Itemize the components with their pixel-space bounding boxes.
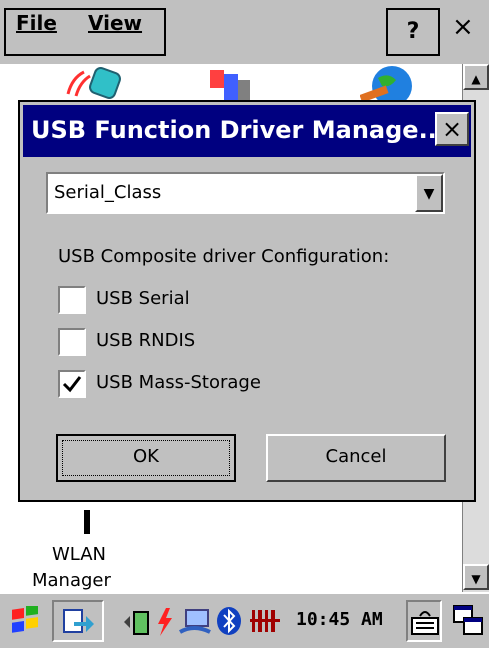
dialog-title: USB Function Driver Manage...: [31, 116, 446, 144]
dialog-close-button[interactable]: ×: [435, 112, 469, 146]
bluetooth-icon[interactable]: [216, 606, 242, 636]
cancel-button[interactable]: Cancel: [266, 434, 446, 482]
checkmark-icon: [62, 376, 82, 393]
battery-icon[interactable]: [122, 608, 158, 636]
focus-ring: [62, 440, 230, 476]
usb-driver-dialog: USB Function Driver Manage... × Serial_C…: [18, 100, 476, 502]
keyboard-icon: [411, 611, 439, 635]
cancel-label: Cancel: [325, 446, 387, 467]
keyboard-button[interactable]: [406, 600, 442, 642]
config-label: USB Composite driver Configuration:: [58, 246, 390, 267]
scroll-down-button[interactable]: ▼: [463, 564, 489, 590]
ok-button[interactable]: OK: [56, 434, 236, 482]
wlan-label-line1: WLAN: [52, 544, 107, 565]
windows-flag-icon[interactable]: [10, 606, 40, 636]
close-app-button[interactable]: ×: [452, 12, 474, 42]
wlan-label-line2: Manager: [32, 570, 111, 591]
usb-mass-storage-checkbox[interactable]: [58, 370, 86, 398]
usb-rndis-checkbox[interactable]: [58, 328, 86, 356]
menu-view-label: View: [88, 11, 143, 35]
usb-rndis-label[interactable]: USB RNDIS: [96, 330, 195, 351]
menu-view[interactable]: View: [88, 11, 142, 35]
switch-windows-icon[interactable]: [452, 604, 484, 638]
wlan-manager-icon[interactable]: [84, 510, 90, 534]
menu-file[interactable]: File: [16, 11, 57, 35]
dialog-titlebar: USB Function Driver Manage... ×: [23, 105, 471, 157]
help-button[interactable]: ?: [386, 8, 440, 56]
select-value: Serial_Class: [54, 182, 162, 203]
network-icon[interactable]: [178, 606, 212, 638]
menu-file-label: File: [16, 11, 57, 35]
globe-app-icon[interactable]: [360, 64, 420, 100]
usb-serial-checkbox[interactable]: [58, 286, 86, 314]
settings-app-icon[interactable]: [200, 64, 260, 100]
power-icon[interactable]: [154, 606, 176, 638]
scroll-up-button[interactable]: ▲: [463, 64, 489, 90]
driver-class-select[interactable]: Serial_Class ▼: [46, 172, 445, 214]
usb-mass-storage-label[interactable]: USB Mass-Storage: [96, 372, 261, 393]
chevron-down-icon[interactable]: ▼: [415, 174, 443, 212]
menu-bar: File View ? ×: [0, 0, 489, 64]
app-task-icon: [63, 609, 94, 633]
active-task-button[interactable]: [52, 600, 104, 642]
wireless-app-icon[interactable]: [48, 64, 128, 100]
barcode-icon[interactable]: [250, 608, 284, 634]
clock[interactable]: 10:45 AM: [296, 609, 383, 630]
usb-serial-label[interactable]: USB Serial: [96, 288, 190, 309]
taskbar: 10:45 AM: [0, 592, 489, 648]
